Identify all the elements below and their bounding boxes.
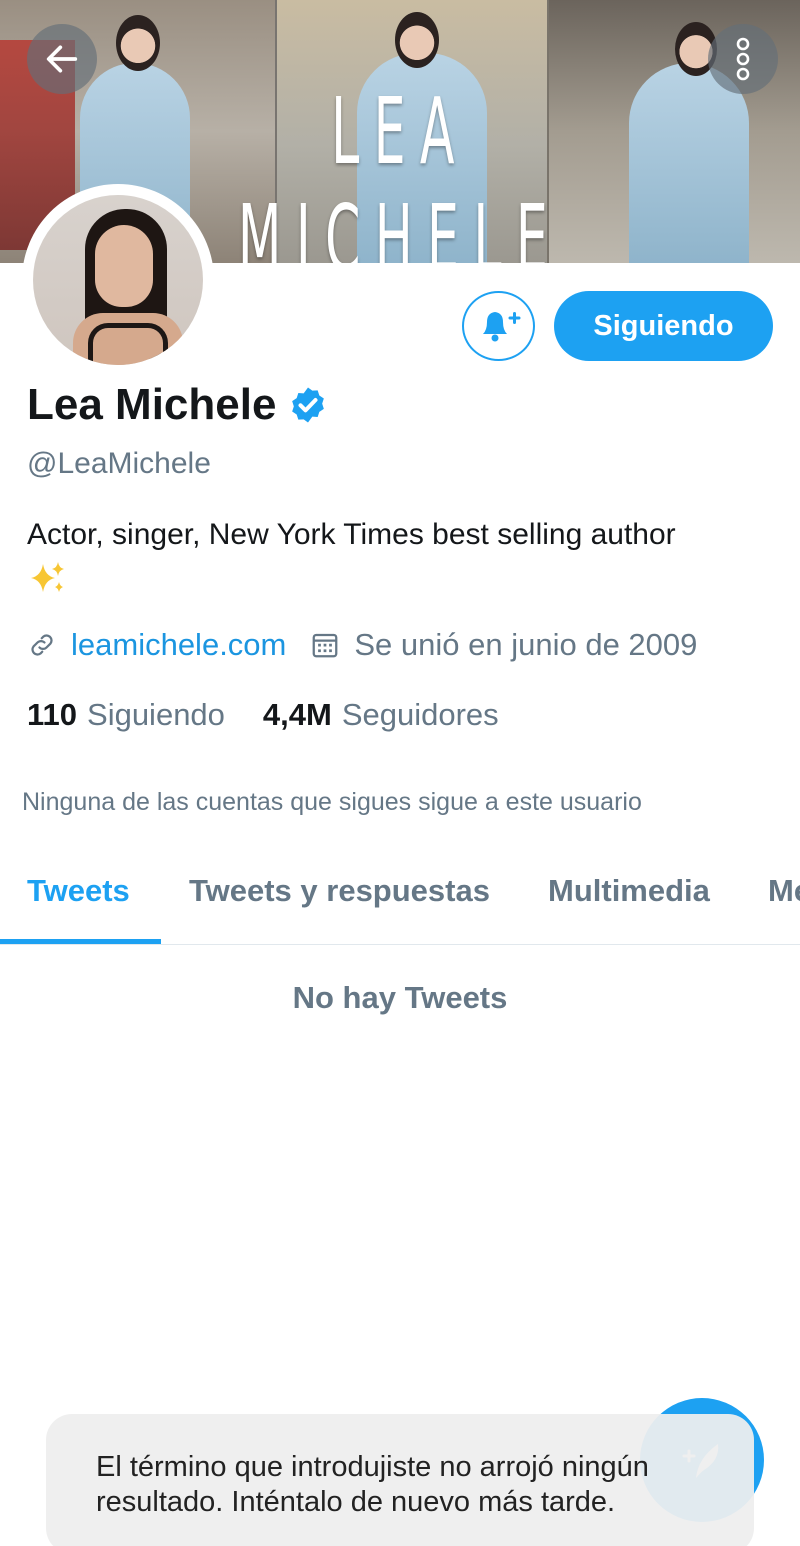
tab-media[interactable]: Multimedia bbox=[548, 873, 710, 909]
tab-likes[interactable]: Me bbox=[768, 873, 800, 909]
back-button[interactable] bbox=[27, 24, 97, 94]
active-tab-indicator bbox=[0, 939, 161, 944]
profile-name-row: Lea Michele bbox=[27, 380, 328, 430]
bell-plus-icon bbox=[482, 312, 520, 342]
banner-head bbox=[116, 15, 160, 71]
banner-head bbox=[395, 12, 439, 68]
more-vertical-icon bbox=[736, 37, 750, 81]
calendar-icon bbox=[313, 633, 338, 658]
profile-joined-date: Se unió en junio de 2009 bbox=[354, 627, 698, 662]
profile-tabs: Tweets Tweets y respuestas Multimedia Me bbox=[0, 845, 800, 945]
error-toast: El término que introdujiste no arrojó ni… bbox=[46, 1414, 754, 1546]
link-icon bbox=[31, 634, 53, 656]
following-button[interactable]: Siguiendo bbox=[554, 291, 773, 361]
notifications-bell-button[interactable] bbox=[462, 291, 535, 361]
avatar-face bbox=[95, 225, 153, 307]
mutual-followers-text: Ninguna de las cuentas que sigues sigue … bbox=[22, 788, 642, 816]
arrow-left-icon bbox=[46, 45, 78, 73]
avatar-photo bbox=[33, 195, 203, 365]
profile-name: Lea Michele bbox=[27, 380, 277, 429]
sparkles-emoji-icon bbox=[31, 562, 64, 592]
tab-tweets-and-replies[interactable]: Tweets y respuestas bbox=[189, 873, 490, 909]
profile-avatar[interactable] bbox=[22, 184, 214, 376]
profile-website-link[interactable]: leamichele.com bbox=[71, 627, 286, 663]
followers-count[interactable]: 4,4M bbox=[263, 697, 332, 733]
banner-title: LEA MICHELE bbox=[237, 78, 563, 263]
profile-stats: 110 Siguiendo 4,4M Seguidores bbox=[27, 697, 499, 733]
more-options-button[interactable] bbox=[708, 24, 778, 94]
profile-bio: Actor, singer, New York Times best selli… bbox=[27, 518, 676, 551]
following-label[interactable]: Siguiendo bbox=[87, 697, 225, 733]
avatar-top bbox=[88, 323, 168, 363]
banner-coat-figure bbox=[629, 63, 749, 263]
profile-meta-row: leamichele.com Se unió en junio de 2009 bbox=[27, 627, 697, 663]
empty-timeline-text: No hay Tweets bbox=[292, 980, 508, 1015]
profile-handle: @LeaMichele bbox=[27, 447, 211, 480]
verified-badge-icon bbox=[292, 387, 325, 423]
followers-label[interactable]: Seguidores bbox=[342, 697, 499, 733]
tab-tweets[interactable]: Tweets bbox=[27, 873, 130, 909]
following-count[interactable]: 110 bbox=[27, 697, 77, 733]
